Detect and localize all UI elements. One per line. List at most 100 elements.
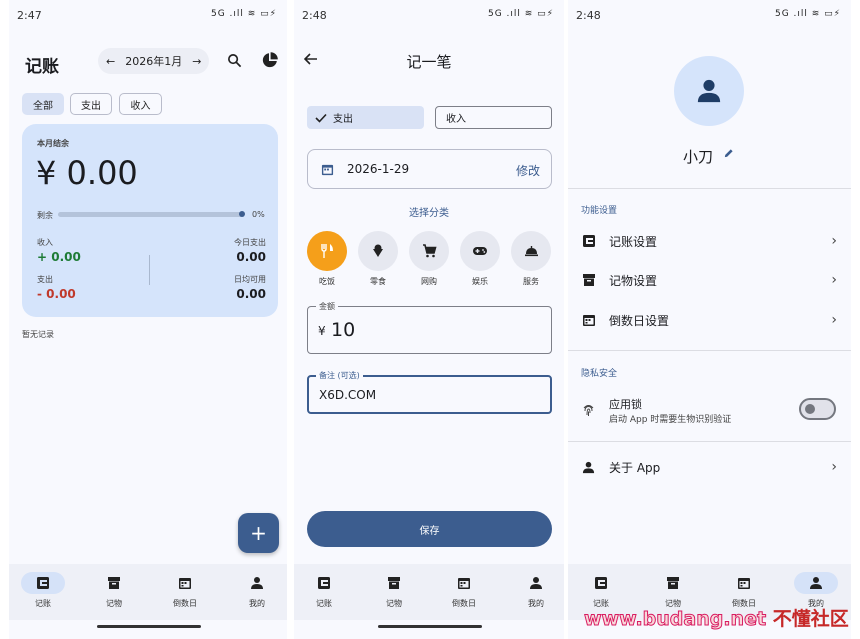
next-month-button[interactable]: →: [192, 55, 201, 68]
items-settings-row[interactable]: 记物设置 ›: [568, 262, 851, 298]
daily-available-label: 日均可用: [234, 275, 266, 284]
amount-field[interactable]: 金额 ¥ 10: [307, 301, 552, 354]
add-record-button[interactable]: +: [238, 513, 279, 553]
nav-label: 记账: [35, 599, 51, 608]
nav-profile[interactable]: 我的: [227, 564, 287, 620]
avatar[interactable]: [674, 56, 744, 126]
page-title: 记账: [25, 57, 59, 77]
nav-label: 记物: [106, 599, 122, 608]
nav-countdown[interactable]: 倒数日: [155, 564, 215, 620]
nav-label: 记账: [316, 599, 332, 608]
amount-value: 10: [331, 319, 356, 341]
countdown-settings-row[interactable]: 倒数日设置 ›: [568, 302, 851, 338]
category-label: 吃饭: [319, 277, 335, 286]
person-icon: [250, 576, 264, 590]
person-icon: [582, 461, 595, 474]
section-privacy: 隐私安全: [581, 369, 618, 379]
status-time: 2:47: [17, 9, 42, 22]
date-value: 2026-1-29: [347, 162, 410, 176]
category-food[interactable]: [307, 231, 347, 271]
person-icon: [529, 576, 543, 590]
cart-icon: [422, 244, 437, 258]
save-button[interactable]: 保存: [307, 511, 552, 547]
chevron-right-icon: ›: [831, 459, 837, 475]
add-record-screen: 2:48 5G .ıll ≋ ▭⚡ 记一笔 支出 收入 2026-1-29 修改…: [294, 0, 564, 639]
summary-divider: [149, 255, 150, 285]
nav-ledger[interactable]: 记账: [13, 564, 73, 620]
watermark: www.budang.net 不懂社区: [583, 604, 849, 631]
remaining-label: 剩余: [37, 211, 53, 220]
app-lock-description: 启动 App 时需要生物识别验证: [609, 415, 732, 425]
filter-expense[interactable]: 支出: [70, 93, 112, 115]
gamepad-icon: [472, 245, 488, 257]
nav-label: 我的: [528, 599, 544, 608]
fingerprint-icon: [582, 403, 595, 417]
about-app-row[interactable]: 关于 App ›: [568, 449, 851, 485]
nav-profile[interactable]: 我的: [506, 564, 564, 620]
nav-items[interactable]: 记物: [84, 564, 144, 620]
section-features: 功能设置: [581, 206, 618, 216]
category-title: 选择分类: [409, 208, 449, 219]
service-bell-icon: [524, 245, 539, 257]
amount-label: 金额: [316, 301, 338, 312]
username: 小刀: [683, 148, 714, 166]
row-label: 记账设置: [609, 234, 658, 249]
box-icon: [582, 273, 596, 287]
ledger-icon: [36, 576, 50, 590]
expense-label: 支出: [37, 275, 53, 284]
pie-chart-icon[interactable]: [262, 52, 278, 68]
daily-available-value: 0.00: [236, 287, 266, 301]
edit-pencil-icon[interactable]: [723, 148, 734, 159]
type-expense-toggle[interactable]: 支出: [307, 106, 424, 129]
calendar-icon: [457, 576, 471, 590]
status-time: 2:48: [302, 9, 327, 22]
nav-countdown[interactable]: 倒数日: [434, 564, 494, 620]
month-label: 2026年1月: [125, 55, 183, 68]
check-icon: [315, 113, 327, 123]
status-time: 2:48: [576, 9, 601, 22]
person-icon: [696, 78, 722, 104]
income-value: + 0.00: [37, 250, 81, 264]
app-lock-label: 应用锁: [609, 398, 642, 411]
home-indicator[interactable]: [378, 625, 482, 628]
today-expense-value: 0.00: [236, 250, 266, 264]
prev-month-button[interactable]: ←: [106, 55, 115, 68]
category-shopping[interactable]: [409, 231, 449, 271]
nav-ledger[interactable]: 记账: [294, 564, 354, 620]
note-field[interactable]: 备注 (可选) X6D.COM: [307, 370, 552, 414]
calendar-icon: [582, 313, 596, 327]
calendar-icon: [178, 576, 192, 590]
watermark-cn: 不懂社区: [772, 608, 849, 630]
status-bar: 2:47 5G .ıll ≋ ▭⚡: [9, 0, 287, 26]
type-expense-label: 支出: [333, 114, 353, 125]
today-expense-label: 今日支出: [234, 238, 266, 247]
status-icons: 5G .ıll ≋ ▭⚡: [774, 9, 841, 19]
filter-all[interactable]: 全部: [22, 93, 64, 115]
ledger-settings-row[interactable]: 记账设置 ›: [568, 223, 851, 259]
category-label: 网购: [421, 277, 437, 286]
calendar-icon: [737, 576, 751, 590]
date-edit-button[interactable]: 修改: [516, 162, 540, 179]
type-income-toggle[interactable]: 收入: [435, 106, 552, 129]
divider: [568, 441, 851, 442]
filter-income[interactable]: 收入: [119, 93, 162, 115]
month-switcher: ← 2026年1月 →: [98, 48, 210, 74]
ledger-icon: [317, 576, 331, 590]
expense-value: - 0.00: [37, 287, 76, 301]
search-icon[interactable]: [227, 53, 242, 68]
progress-end-dot: [239, 211, 245, 217]
date-field[interactable]: 2026-1-29 修改: [307, 149, 552, 189]
nav-items[interactable]: 记物: [364, 564, 424, 620]
category-entertainment[interactable]: [460, 231, 500, 271]
category-service[interactable]: [511, 231, 551, 271]
row-label: 关于 App: [609, 460, 661, 475]
balance-value: ¥ 0.00: [36, 154, 138, 192]
bottom-nav: 记账 记物 倒数日 我的: [294, 564, 564, 620]
box-icon: [666, 576, 680, 590]
category-snack[interactable]: [358, 231, 398, 271]
app-lock-toggle[interactable]: [799, 398, 836, 420]
empty-records-text: 暂无记录: [22, 330, 54, 339]
toggle-knob: [805, 404, 815, 414]
chevron-right-icon: ›: [831, 272, 837, 288]
home-indicator[interactable]: [97, 625, 201, 628]
